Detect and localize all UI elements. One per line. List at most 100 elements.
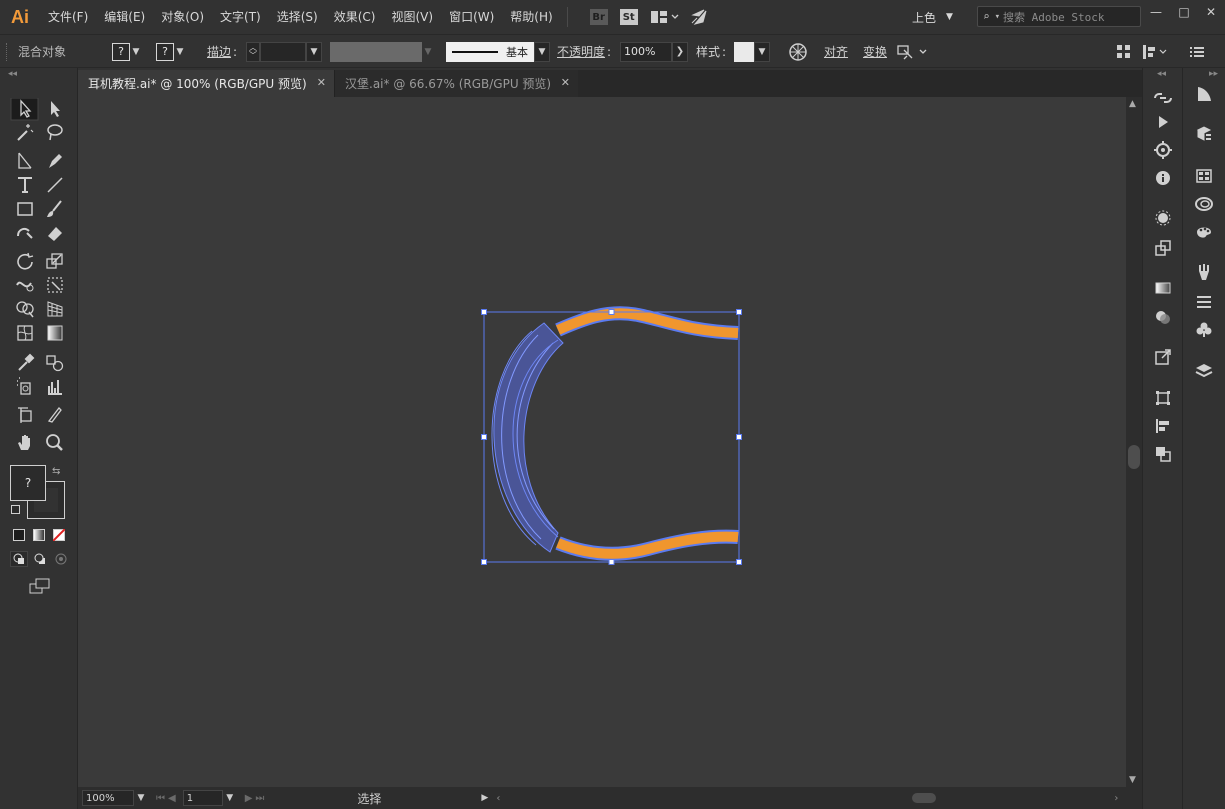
headband-stroke-top[interactable] <box>555 306 739 340</box>
expand-icon[interactable]: ▸▸ <box>1183 68 1225 80</box>
brush-icon[interactable] <box>1189 260 1219 284</box>
export-icon[interactable] <box>1148 345 1178 369</box>
menu-help[interactable]: 帮助(H) <box>502 0 560 34</box>
artboard-canvas[interactable] <box>78 97 1126 787</box>
menu-window[interactable]: 窗口(W) <box>441 0 502 34</box>
scroll-right-icon[interactable]: › <box>1114 793 1118 804</box>
zoom-input[interactable]: 100% <box>82 790 134 806</box>
menu-file[interactable]: 文件(F) <box>40 0 96 34</box>
stock-button[interactable]: St <box>614 9 644 25</box>
asset-export-icon[interactable] <box>1148 236 1178 260</box>
collapse-icon[interactable]: ◂◂ <box>0 68 77 80</box>
lasso-tool[interactable] <box>47 124 63 141</box>
search-stock-field[interactable]: ⌕ ▾ 搜索 Adobe Stock <box>977 6 1141 27</box>
draw-inside-icon[interactable] <box>52 551 70 567</box>
chevron-down-icon[interactable]: ▼ <box>134 793 148 803</box>
line-segment-tool[interactable] <box>47 177 63 193</box>
transparency-icon[interactable] <box>1148 305 1178 329</box>
libraries-icon[interactable] <box>1148 138 1178 162</box>
actions-play-icon[interactable] <box>1148 110 1178 134</box>
gpu-performance-button[interactable] <box>684 8 714 26</box>
tab-earphone-doc[interactable]: 耳机教程.ai* @ 100% (RGB/GPU 预览) ✕ <box>78 70 334 97</box>
transform-icon[interactable] <box>1148 386 1178 410</box>
align-link[interactable]: 对齐 <box>824 35 848 68</box>
opacity-control[interactable]: 100% ❯ <box>620 35 688 68</box>
symbol-sprayer-tool[interactable] <box>17 377 31 395</box>
variable-width-profile[interactable]: ▼ <box>330 35 434 68</box>
chevron-down-icon[interactable]: ▼ <box>223 793 237 803</box>
rectangle-tool[interactable] <box>17 202 33 216</box>
scale-tool[interactable] <box>46 253 63 269</box>
horizontal-scrollbar[interactable] <box>504 791 1114 805</box>
stroke-label[interactable]: 描边: <box>207 35 237 68</box>
minimize-button[interactable]: — <box>1142 0 1170 24</box>
collapse-icon[interactable]: ◂◂ <box>1143 68 1182 80</box>
transform-link[interactable]: 变换 <box>863 35 887 68</box>
status-menu-icon[interactable]: ▶ <box>481 793 488 803</box>
scroll-down-icon[interactable]: ▼ <box>1129 775 1136 785</box>
shape-builder-tool[interactable] <box>16 301 34 318</box>
eraser-tool[interactable] <box>48 227 62 241</box>
brushes-icon[interactable] <box>1148 206 1178 230</box>
swap-fill-stroke-icon[interactable]: ⇆ <box>52 466 60 477</box>
ear-cushion-band[interactable] <box>491 322 564 553</box>
arrange-documents-button[interactable] <box>644 10 684 24</box>
maximize-button[interactable]: □ <box>1170 0 1198 24</box>
screen-mode-icon[interactable] <box>28 577 52 595</box>
close-icon[interactable]: ✕ <box>561 76 570 89</box>
fill-proxy[interactable]: ? <box>10 465 46 501</box>
slice-tool[interactable] <box>47 407 62 423</box>
artboard-tool[interactable] <box>18 407 32 423</box>
fill-swatch[interactable]: ? ▼ <box>112 35 142 68</box>
none-mode-icon[interactable] <box>53 529 65 541</box>
menu-effect[interactable]: 效果(C) <box>326 0 384 34</box>
graphic-style-picker[interactable]: ▼ <box>734 35 770 68</box>
perspective-grid-tool[interactable] <box>47 301 63 317</box>
close-icon[interactable]: ✕ <box>317 76 326 89</box>
swatches-icon[interactable] <box>1189 164 1219 188</box>
hand-tool[interactable] <box>18 435 30 450</box>
bridge-button[interactable]: Br <box>584 9 614 25</box>
paintbrush-tool[interactable] <box>47 200 62 217</box>
opacity-input[interactable]: 100% <box>620 41 672 62</box>
recolor-artwork-button[interactable] <box>788 35 808 68</box>
type-tool[interactable] <box>18 177 32 193</box>
chevron-down-icon[interactable]: ▼ <box>306 41 322 62</box>
color-guide-icon[interactable] <box>1189 82 1219 106</box>
headband-stroke-bottom[interactable] <box>555 529 739 561</box>
distribute-options-button[interactable] <box>1142 35 1170 68</box>
pen-tool[interactable] <box>49 154 62 168</box>
tab-burger-doc[interactable]: 汉堡.ai* @ 66.67% (RGB/GPU 预览) ✕ <box>334 70 578 97</box>
gradient-icon[interactable] <box>1148 276 1178 300</box>
gradient-mode-icon[interactable] <box>33 529 45 541</box>
menu-edit[interactable]: 编辑(E) <box>96 0 153 34</box>
direct-selection-tool[interactable] <box>51 101 60 117</box>
scroll-left-icon[interactable]: ‹ <box>496 793 500 804</box>
control-panel-menu[interactable] <box>1190 35 1204 68</box>
color-icon[interactable] <box>1189 220 1219 244</box>
brush-definition[interactable]: 基本 ▼ <box>446 35 550 68</box>
pathfinder-icon[interactable] <box>1148 442 1178 466</box>
menu-view[interactable]: 视图(V) <box>383 0 441 34</box>
isolate-button[interactable] <box>896 35 930 68</box>
line-tool[interactable] <box>18 152 32 169</box>
stroke-icon[interactable] <box>1189 290 1219 314</box>
stroke-weight-stepper[interactable]: ︿ ﹀ <box>246 41 260 62</box>
close-window-button[interactable]: ✕ <box>1197 0 1225 24</box>
horizontal-scrollbar-thumb[interactable] <box>912 793 937 803</box>
chevron-right-icon[interactable]: ❯ <box>672 41 688 62</box>
workspace-switcher[interactable]: 上色 ▼ <box>912 0 953 34</box>
menu-object[interactable]: 对象(O) <box>153 0 212 34</box>
gradient-tool[interactable] <box>47 325 63 341</box>
default-fill-stroke-icon[interactable] <box>11 505 20 514</box>
opacity-label[interactable]: 不透明度: <box>557 35 611 68</box>
align-icon[interactable] <box>1148 414 1178 438</box>
free-transform-tool[interactable] <box>47 277 63 293</box>
links-icon[interactable] <box>1148 86 1178 110</box>
vertical-scrollbar[interactable]: ▲ ▼ <box>1126 97 1142 787</box>
first-prev-artboard-icon[interactable]: ⏮◀ <box>156 793 179 804</box>
symbols-icon[interactable] <box>1189 318 1219 342</box>
scrollbar-thumb[interactable] <box>1128 445 1140 469</box>
magic-wand-tool[interactable] <box>17 124 34 141</box>
mesh-tool[interactable] <box>17 325 33 341</box>
